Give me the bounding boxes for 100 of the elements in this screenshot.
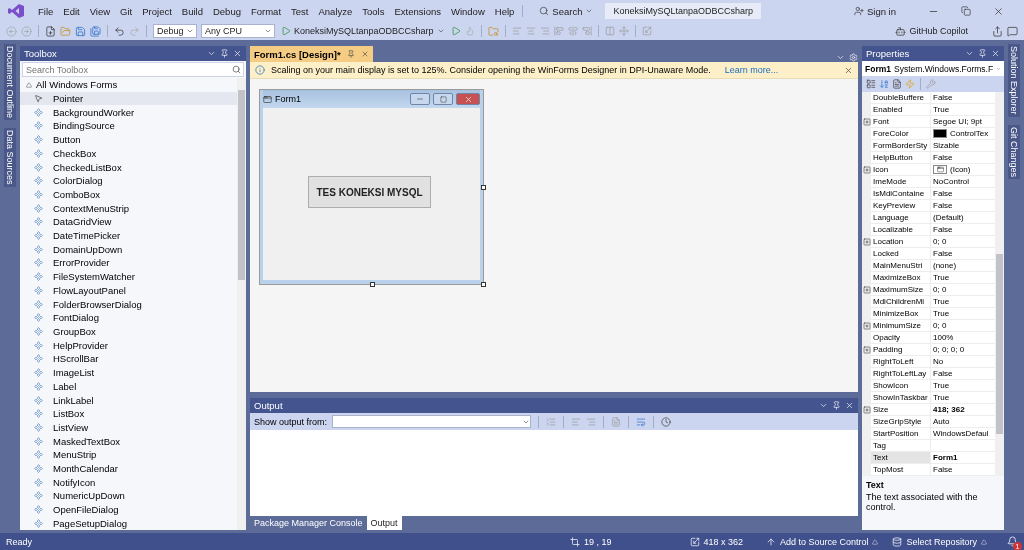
bell-icon[interactable] bbox=[1007, 536, 1018, 547]
caret-icon[interactable] bbox=[585, 7, 594, 15]
toolbox-item[interactable]: HScrollBar bbox=[20, 352, 237, 366]
side-tab[interactable]: Document Outline bbox=[4, 44, 16, 121]
copilot-icon[interactable] bbox=[895, 25, 907, 37]
toolbox-item[interactable]: MaskedTextBox bbox=[20, 434, 237, 448]
search-icon[interactable] bbox=[232, 65, 241, 74]
menu-item[interactable]: View bbox=[85, 3, 115, 19]
group-header[interactable]: All Windows Forms bbox=[20, 78, 237, 92]
property-name[interactable]: MinimizeBox bbox=[871, 308, 931, 320]
property-name[interactable]: SizeGripStyle bbox=[871, 416, 931, 428]
property-value[interactable]: ControlTex bbox=[931, 128, 995, 140]
property-name[interactable]: ImeMode bbox=[871, 176, 931, 188]
word-wrap-icon[interactable] bbox=[636, 416, 647, 427]
object-selector[interactable]: Form1 System.Windows.Forms.F bbox=[862, 61, 1004, 76]
scrollbar-thumb[interactable] bbox=[238, 90, 245, 280]
toolbox-item[interactable]: PageSetupDialog bbox=[20, 516, 237, 531]
search-button[interactable]: Search bbox=[535, 3, 598, 19]
close-icon[interactable] bbox=[993, 5, 1004, 17]
restore-icon[interactable] bbox=[961, 5, 971, 16]
toolbox-item[interactable]: DateTimePicker bbox=[20, 228, 237, 243]
align-middle-icon[interactable] bbox=[567, 26, 578, 36]
caret-icon[interactable] bbox=[436, 27, 445, 35]
wrench-icon[interactable] bbox=[926, 79, 936, 89]
pin-icon[interactable] bbox=[220, 49, 229, 58]
copilot-button[interactable]: GitHub Copilot bbox=[893, 25, 970, 37]
toolbox-item[interactable]: FolderBrowserDialog bbox=[20, 297, 237, 311]
panel-tab[interactable]: Package Manager Console bbox=[250, 516, 367, 530]
move-icon[interactable] bbox=[618, 26, 629, 36]
close-button[interactable] bbox=[456, 93, 480, 105]
categorized-icon[interactable] bbox=[866, 79, 876, 89]
property-name[interactable]: Locked bbox=[871, 248, 931, 260]
close-icon[interactable] bbox=[233, 49, 242, 58]
toolbox-item[interactable]: DataGridView bbox=[20, 215, 237, 229]
dropdown-icon[interactable] bbox=[965, 49, 974, 58]
sign-in-button[interactable]: Sign in bbox=[853, 5, 896, 17]
toolbox-item[interactable]: ContextMenuStrip bbox=[20, 201, 237, 216]
output-source-dropdown[interactable] bbox=[332, 415, 532, 428]
save-all-icon[interactable] bbox=[90, 25, 101, 37]
play-outline-icon[interactable] bbox=[450, 26, 461, 36]
property-value[interactable]: (Icon) bbox=[931, 164, 995, 176]
repository-button[interactable]: Select Repository bbox=[892, 536, 987, 547]
caret-icon[interactable] bbox=[186, 27, 194, 35]
save-icon[interactable] bbox=[75, 25, 86, 37]
toolbox-item[interactable]: ListBox bbox=[20, 406, 237, 421]
close-icon[interactable] bbox=[844, 65, 853, 75]
menu-item[interactable]: Debug bbox=[208, 3, 245, 19]
folder-search-icon[interactable] bbox=[487, 25, 499, 37]
property-name[interactable]: FormBorderSty bbox=[871, 140, 931, 152]
toolbox-item[interactable]: CheckBox bbox=[20, 146, 237, 161]
menu-item[interactable]: Git bbox=[116, 3, 137, 19]
menu-item[interactable]: Format bbox=[246, 3, 286, 19]
align-top-icon[interactable] bbox=[553, 26, 564, 36]
property-name[interactable]: TopMost bbox=[871, 464, 931, 476]
new-file-icon[interactable] bbox=[45, 25, 56, 37]
property-name[interactable]: Location bbox=[871, 236, 931, 248]
property-name[interactable]: Localizable bbox=[871, 224, 931, 236]
toolbox-item[interactable]: FontDialog bbox=[20, 310, 237, 325]
menu-item[interactable]: Help bbox=[490, 3, 519, 19]
toolbox-item[interactable]: NumericUpDown bbox=[20, 489, 237, 503]
side-tab[interactable]: Git Changes bbox=[1008, 124, 1020, 179]
toolbox-item[interactable]: GroupBox bbox=[20, 324, 237, 339]
toolbox-item[interactable]: Button bbox=[20, 132, 237, 147]
dropdown-icon[interactable] bbox=[819, 401, 828, 410]
alphabetical-icon[interactable] bbox=[879, 79, 889, 89]
panel-tab[interactable]: Output bbox=[366, 516, 402, 530]
share-icon[interactable] bbox=[992, 25, 1003, 37]
learn-more-link[interactable]: Learn more... bbox=[724, 65, 779, 75]
scrollbar-thumb[interactable] bbox=[996, 254, 1003, 434]
source-control-button[interactable]: Add to Source Control bbox=[765, 536, 879, 547]
close-icon[interactable] bbox=[845, 401, 854, 410]
property-name[interactable]: Opacity bbox=[871, 332, 931, 344]
menu-item[interactable]: File bbox=[34, 3, 58, 19]
property-name[interactable]: Size bbox=[871, 404, 931, 416]
property-name[interactable]: RightToLeft bbox=[871, 356, 931, 368]
property-name[interactable]: ShowIcon bbox=[871, 380, 931, 392]
toolbox-item[interactable]: FileSystemWatcher bbox=[20, 269, 237, 284]
toolbox-item[interactable]: MenuStrip bbox=[20, 448, 237, 462]
resize-handle[interactable] bbox=[481, 282, 486, 287]
property-name[interactable]: ShowInTaskbar bbox=[871, 392, 931, 404]
start-button[interactable]: KoneksiMySQLtanpaODBCCsharp bbox=[279, 26, 447, 36]
form-button[interactable]: TES KONEKSI MYSQL bbox=[308, 176, 431, 208]
search-icon[interactable] bbox=[539, 6, 550, 16]
property-name[interactable]: Text bbox=[871, 452, 931, 464]
toolbox-item[interactable]: CheckedListBox bbox=[20, 160, 237, 174]
resize-icon[interactable] bbox=[641, 26, 652, 36]
toolbox-item[interactable]: ComboBox bbox=[20, 187, 237, 202]
property-name[interactable]: HelpButton bbox=[871, 152, 931, 164]
side-tab[interactable]: Solution Explorer bbox=[1008, 44, 1020, 117]
property-name[interactable]: Font bbox=[871, 116, 931, 128]
document-tab[interactable]: Form1.cs [Design]* bbox=[250, 46, 373, 62]
menu-item[interactable]: Build bbox=[177, 3, 207, 19]
scrollbar[interactable] bbox=[995, 92, 1004, 476]
dropdown-icon[interactable] bbox=[836, 53, 845, 62]
property-name[interactable]: MainMenuStri bbox=[871, 260, 931, 272]
person-icon[interactable] bbox=[853, 6, 864, 16]
play-icon[interactable] bbox=[281, 26, 291, 36]
menu-item[interactable]: Edit bbox=[59, 3, 84, 19]
forward-icon[interactable] bbox=[21, 25, 32, 37]
settings-icon[interactable] bbox=[849, 53, 858, 62]
